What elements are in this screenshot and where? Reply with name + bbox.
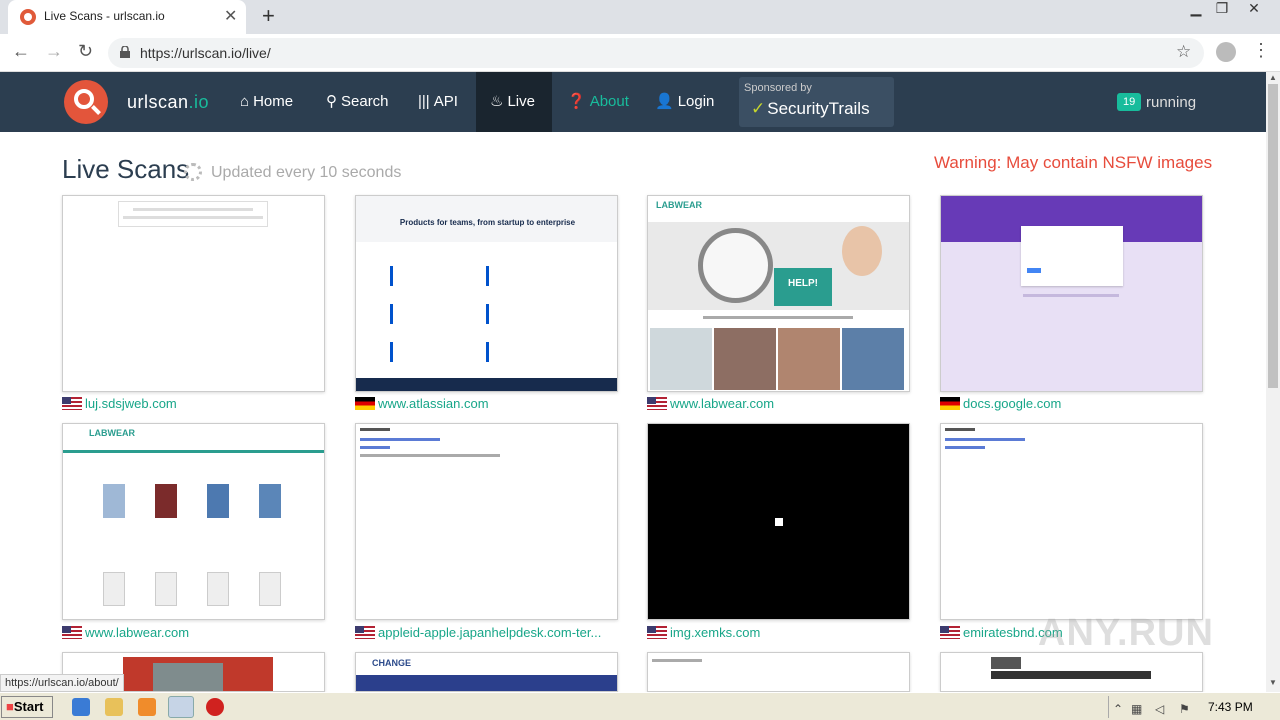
scan-link-1[interactable]: luj.sdsjweb.com: [62, 396, 177, 411]
scroll-down-icon[interactable]: ▼: [1269, 678, 1277, 687]
atlassian-heading: Products for teams, from startup to ente…: [399, 218, 576, 227]
urlscan-favicon-icon: [20, 9, 36, 25]
scan-link-6[interactable]: appleid-apple.japanhelpdesk.com-ter...: [355, 625, 601, 640]
bookmark-star-icon[interactable]: ☆: [1176, 42, 1191, 62]
home-icon: ⌂: [240, 93, 250, 110]
fire-icon: ♨: [490, 93, 504, 110]
browser-tab[interactable]: Live Scans - urlscan.io ✕: [8, 0, 246, 34]
nav-home[interactable]: ⌂ Home: [226, 72, 307, 132]
browser-menu-icon[interactable]: ⋮: [1252, 40, 1270, 61]
nav-api[interactable]: ||| API: [404, 72, 472, 132]
scan-screenshot-12[interactable]: [940, 652, 1203, 692]
us-flag-icon: [355, 626, 375, 639]
ie-icon[interactable]: [72, 698, 90, 716]
scan-screenshot-6[interactable]: [355, 423, 618, 620]
loading-spinner-icon: [184, 163, 202, 181]
new-tab-icon[interactable]: +: [262, 3, 275, 29]
brand-name[interactable]: urlscan.io: [127, 92, 209, 113]
tab-title: Live Scans - urlscan.io: [44, 9, 165, 23]
user-icon: 👤: [655, 93, 674, 110]
scan-link-7[interactable]: img.xemks.com: [647, 625, 760, 640]
scan-link-3[interactable]: www.labwear.com: [647, 396, 774, 411]
lock-icon: [120, 46, 130, 58]
browser-tab-bar: Live Scans - urlscan.io ✕ + ▁ ❐ ✕: [0, 0, 1280, 34]
browser-toolbar: ← → ↻ https://urlscan.io/live/ ☆: [0, 34, 1280, 72]
network-icon[interactable]: ▦: [1131, 702, 1145, 716]
labwear-logo: LABWEAR: [89, 428, 135, 438]
scan-screenshot-3[interactable]: LABWEAR HELP!: [647, 195, 910, 392]
link-status-bar: https://urlscan.io/about/: [0, 674, 124, 692]
flag-tray-icon[interactable]: ⚑: [1179, 702, 1193, 716]
nsfw-warning: Warning: May contain NSFW images: [934, 153, 1213, 172]
de-flag-icon: [940, 397, 960, 410]
profile-avatar-icon[interactable]: [1216, 42, 1236, 62]
scan-link-4[interactable]: docs.google.com: [940, 396, 1061, 411]
urlscan-logo[interactable]: [64, 80, 108, 124]
scan-link-2[interactable]: www.atlassian.com: [355, 396, 489, 411]
back-icon[interactable]: ←: [12, 41, 30, 62]
sponsor-banner[interactable]: Sponsored by ✓ SecurityTrails: [739, 77, 894, 127]
page-scrollbar[interactable]: ▲ ▼: [1266, 72, 1280, 692]
broken-image-icon: [775, 518, 783, 526]
scroll-thumb[interactable]: [1268, 84, 1278, 388]
forward-icon[interactable]: →: [45, 41, 63, 62]
check-icon: ✓: [751, 99, 766, 118]
clock: 7:43 PM: [1208, 700, 1253, 714]
scan-screenshot-2[interactable]: Products for teams, from startup to ente…: [355, 195, 618, 392]
nav-live[interactable]: ♨ Live: [476, 72, 552, 132]
us-flag-icon: [647, 626, 667, 639]
running-count-badge: 19: [1117, 93, 1142, 111]
restore-icon[interactable]: ❐: [1208, 0, 1236, 18]
nav-login[interactable]: 👤 Login: [641, 72, 728, 132]
window-close-icon[interactable]: ✕: [1240, 0, 1268, 18]
sponsor-label: Sponsored by: [744, 82, 812, 94]
nav-about[interactable]: ❓ About: [553, 72, 643, 132]
thumb-content: [118, 201, 268, 227]
us-flag-icon: [62, 397, 82, 410]
scroll-up-icon[interactable]: ▲: [1269, 73, 1277, 82]
us-flag-icon: [940, 626, 960, 639]
scan-screenshot-5[interactable]: LABWEAR: [62, 423, 325, 620]
de-flag-icon: [355, 397, 375, 410]
reload-icon[interactable]: ↻: [78, 41, 93, 62]
close-tab-icon[interactable]: ✕: [224, 6, 237, 26]
scan-screenshot-11[interactable]: [647, 652, 910, 692]
folder-icon[interactable]: [105, 698, 123, 716]
scan-screenshot-8[interactable]: [940, 423, 1203, 620]
site-navbar: urlscan.io ⌂ Home ⚲ Search ||| API ♨ Live ❓ A…: [0, 72, 1266, 132]
address-bar[interactable]: https://urlscan.io/live/ ☆: [108, 38, 1204, 68]
barcode-icon: |||: [418, 93, 430, 110]
scan-screenshot-7[interactable]: [647, 423, 910, 620]
tray-expand-icon[interactable]: ⌃: [1113, 702, 1127, 716]
media-player-icon[interactable]: [138, 698, 156, 716]
page-title: Live Scans: [62, 154, 190, 184]
change-logo: CHANGE: [372, 658, 412, 668]
volume-icon[interactable]: ◁: [1155, 702, 1169, 716]
chrome-taskbar-button[interactable]: [168, 696, 194, 718]
scan-screenshot-10[interactable]: CHANGE: [355, 652, 618, 692]
question-circle-icon: ❓: [567, 93, 586, 110]
us-flag-icon: [647, 397, 667, 410]
start-button[interactable]: ■Start: [1, 696, 53, 718]
windows-logo-icon: ■: [6, 699, 14, 714]
nav-search[interactable]: ⚲ Search: [312, 72, 403, 132]
securitytrails-logo: ✓ SecurityTrails: [751, 99, 870, 118]
labwear-logo: LABWEAR: [656, 200, 702, 210]
opera-icon[interactable]: [206, 698, 224, 716]
anyrun-watermark: ANY.RUN: [1038, 612, 1214, 654]
scan-screenshot-4[interactable]: [940, 195, 1203, 392]
minimize-icon[interactable]: ▁: [1182, 0, 1210, 18]
help-banner: HELP!: [774, 268, 832, 306]
scan-link-5[interactable]: www.labwear.com: [62, 625, 189, 640]
update-interval-text: Updated every 10 seconds: [211, 164, 402, 181]
us-flag-icon: [62, 626, 82, 639]
search-icon: ⚲: [326, 93, 337, 110]
running-label: running: [1146, 94, 1197, 111]
url-text: https://urlscan.io/live/: [140, 45, 271, 61]
scan-screenshot-1[interactable]: [62, 195, 325, 392]
windows-taskbar: ■Start ⌃ ▦ ◁ ⚑ 7:43 PM: [0, 692, 1280, 720]
